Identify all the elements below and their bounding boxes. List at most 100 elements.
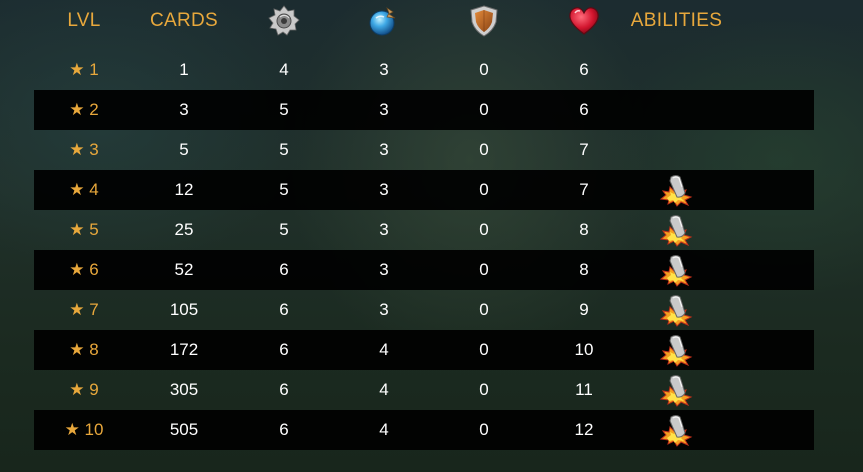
row-ability [634,50,719,90]
row-armor: 0 [479,300,489,319]
row-health: 8 [579,220,589,239]
row-health: 11 [575,380,593,399]
row-speed: 4 [379,340,389,359]
row-level: ★ 1 [69,60,99,79]
row-ability [634,370,719,410]
row-cards: 172 [169,340,199,359]
row-health: 10 [574,340,594,359]
row-speed: 3 [379,140,389,159]
table-row: ★ 4 12 5 3 0 7 [34,170,814,210]
table-body: ★ 1 1 4 3 0 6 ★ 2 3 5 3 0 6 ★ 3 5 5 3 0 7 ★ 4 12 5 3 0 7 ★ 5 25 5… [34,50,814,450]
row-ability [634,90,719,130]
row-attack: 5 [279,180,289,199]
row-speed: 3 [379,300,389,319]
row-armor: 0 [479,340,489,359]
row-cards: 25 [174,220,194,239]
row-ability [634,330,719,370]
row-ability [634,210,719,250]
table-row: ★ 8 172 6 4 0 10 [34,330,814,370]
row-level: ★ 9 [69,380,99,399]
row-cards: 5 [179,140,189,159]
heart-icon [569,7,599,35]
row-health: 7 [579,140,589,159]
row-armor: 0 [479,140,489,159]
header-attack [234,0,334,42]
row-health: 12 [574,420,594,439]
table-row: ★ 2 3 5 3 0 6 [34,90,814,130]
row-speed: 3 [379,180,389,199]
table-row: ★ 7 105 6 3 0 9 [34,290,814,330]
row-armor: 0 [479,260,489,279]
row-cards: 52 [174,260,194,279]
row-cards: 305 [169,380,199,399]
row-health: 7 [579,180,589,199]
row-cards: 3 [179,100,189,119]
shatter-ability-icon[interactable] [658,373,696,407]
row-cards: 105 [169,300,199,319]
table-row: ★ 1 1 4 3 0 6 [34,50,814,90]
header-cards: CARDS [149,10,218,31]
table-row: ★ 10 505 6 4 0 12 [34,410,814,450]
row-ability [634,250,719,290]
header-health [534,0,634,42]
table-row: ★ 9 305 6 4 0 11 [34,370,814,410]
header-speed [334,0,434,42]
shatter-ability-icon[interactable] [658,413,696,447]
row-cards: 1 [179,60,189,79]
row-attack: 5 [279,140,289,159]
row-attack: 5 [279,100,289,119]
shield-icon [470,5,498,37]
header-level: LVL [67,10,101,31]
shatter-ability-icon[interactable] [658,333,696,367]
row-attack: 6 [279,420,289,439]
row-attack: 4 [279,60,289,79]
header-armor [434,0,534,42]
card-stats-table: LVL CARDS ABILITIES ★ 1 1 4 3 0 6 ★ 2 3 … [34,0,814,450]
row-ability [634,410,719,450]
row-level: ★ 2 [69,100,99,119]
row-speed: 3 [379,100,389,119]
row-level: ★ 4 [69,180,99,199]
table-row: ★ 3 5 5 3 0 7 [34,130,814,170]
row-speed: 3 [379,220,389,239]
sawblade-icon [268,5,300,36]
row-health: 6 [579,60,589,79]
row-attack: 5 [279,220,289,239]
row-armor: 0 [479,220,489,239]
row-health: 6 [579,100,589,119]
shatter-ability-icon[interactable] [658,293,696,327]
row-armor: 0 [479,380,489,399]
row-cards: 505 [169,420,199,439]
row-armor: 0 [479,420,489,439]
speed-orb-icon [369,7,396,36]
row-ability [634,290,719,330]
table-header: LVL CARDS ABILITIES [34,0,814,50]
row-level: ★ 5 [69,220,99,239]
row-speed: 4 [379,420,389,439]
shatter-ability-icon[interactable] [658,173,696,207]
table-row: ★ 6 52 6 3 0 8 [34,250,814,290]
header-abilities: ABILITIES [630,10,723,31]
row-armor: 0 [479,100,489,119]
row-ability [634,170,719,210]
row-attack: 6 [279,340,289,359]
row-level: ★ 3 [69,140,99,159]
row-attack: 6 [279,300,289,319]
row-level: ★ 10 [64,420,104,439]
row-speed: 4 [379,380,389,399]
row-speed: 3 [379,260,389,279]
row-attack: 6 [279,380,289,399]
row-level: ★ 6 [69,260,99,279]
row-level: ★ 7 [69,300,99,319]
row-armor: 0 [479,60,489,79]
row-level: ★ 8 [69,340,99,359]
row-speed: 3 [379,60,389,79]
row-health: 8 [579,260,589,279]
row-health: 9 [579,300,589,319]
shatter-ability-icon[interactable] [658,213,696,247]
row-cards: 12 [174,180,194,199]
row-attack: 6 [279,260,289,279]
row-ability [634,130,719,170]
shatter-ability-icon[interactable] [658,253,696,287]
row-armor: 0 [479,180,489,199]
